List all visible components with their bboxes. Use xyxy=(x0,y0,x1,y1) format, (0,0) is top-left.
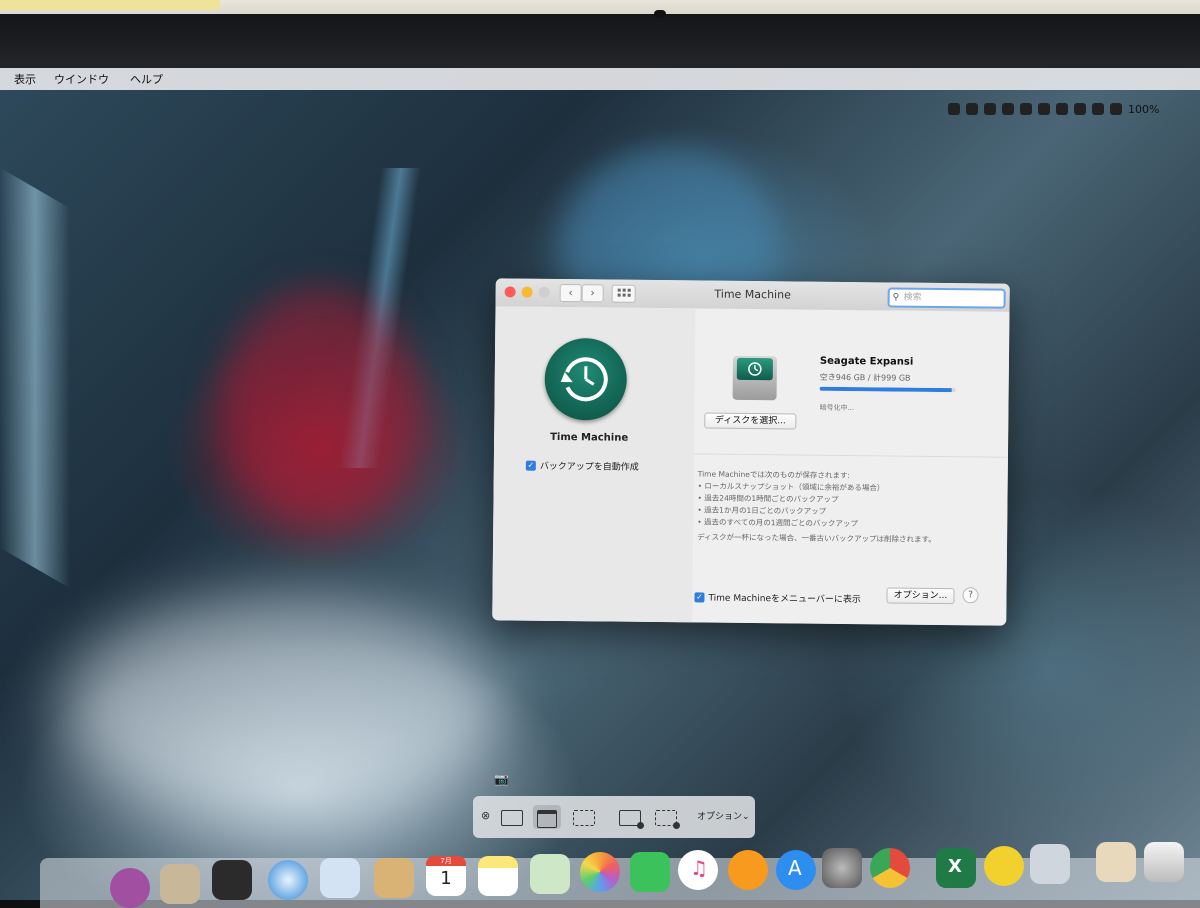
search-field[interactable]: ⚲ 検索 xyxy=(888,287,1006,308)
disk-space: 空き946 GB / 計999 GB xyxy=(820,372,911,384)
calendar-month: 7月 xyxy=(426,856,466,866)
record-selection-button[interactable] xyxy=(655,810,677,826)
notes-icon[interactable] xyxy=(478,856,518,896)
toolbar-options-button[interactable]: オプション⌄ xyxy=(697,809,750,822)
record-dot-icon xyxy=(673,822,680,829)
calendar-day: 1 xyxy=(426,868,466,889)
excel-letter: X xyxy=(948,856,962,877)
disk-name: Seagate Expansi xyxy=(820,356,913,368)
window-content: Time Machine ✓ バックアップを自動作成 ディスクを選択... Se… xyxy=(492,306,1009,625)
time-machine-icon xyxy=(544,338,627,421)
facetime-icon[interactable] xyxy=(630,852,670,892)
menu-help[interactable]: ヘルプ xyxy=(130,71,163,87)
wifi-icon[interactable] xyxy=(1092,103,1104,115)
trash-icon[interactable] xyxy=(1144,842,1184,882)
capture-screen-button[interactable] xyxy=(501,810,523,826)
checkmark-icon: ✓ xyxy=(694,592,704,602)
backup-disk-icon xyxy=(733,356,777,400)
dock-app-icon[interactable] xyxy=(160,864,200,904)
disk-clock-icon xyxy=(737,358,773,380)
dropbox-icon[interactable] xyxy=(984,103,996,115)
excel-icon[interactable]: X xyxy=(936,848,976,888)
show-in-menubar-label: Time Machineをメニューバーに表示 xyxy=(708,591,861,606)
background-sticky-note xyxy=(0,0,220,10)
dock-app-icon[interactable] xyxy=(212,860,252,900)
task-check-icon[interactable] xyxy=(948,103,960,115)
volume-icon[interactable] xyxy=(1110,103,1122,115)
select-disk-button[interactable]: ディスクを選択... xyxy=(704,413,796,430)
wallpaper-red-shape xyxy=(220,288,420,528)
window-capture-icon xyxy=(537,810,557,828)
time-machine-window: ‹ › Time Machine ⚲ 検索 Time Machine xyxy=(492,278,1010,625)
downloads-folder-icon[interactable] xyxy=(1096,842,1136,882)
record-dot-icon xyxy=(637,822,644,829)
creative-cloud-icon[interactable] xyxy=(966,103,978,115)
app-store-a-icon: A xyxy=(788,856,802,880)
bluetooth-icon[interactable] xyxy=(1074,103,1086,115)
calendar-icon[interactable]: 7月 1 xyxy=(426,856,466,896)
dock-app-icon[interactable] xyxy=(110,868,150,908)
app-label: Time Machine xyxy=(494,431,684,444)
auto-backup-checkbox[interactable]: ✓ バックアップを自動作成 xyxy=(526,459,639,473)
contacts-icon[interactable] xyxy=(374,858,414,898)
books-icon[interactable] xyxy=(728,850,768,890)
app-menu-icon[interactable] xyxy=(1020,103,1032,115)
record-screen-button[interactable] xyxy=(619,810,641,826)
music-note-icon: ♫ xyxy=(690,856,708,880)
battery-percent[interactable]: 100% xyxy=(1128,103,1159,116)
info-text: Time Machineでは次のものが保存されます: • ローカルスナップショッ… xyxy=(697,468,998,546)
chrome-icon[interactable] xyxy=(870,848,910,888)
checkmark-icon: ✓ xyxy=(526,460,536,470)
camera-icon: 📷 xyxy=(494,772,509,786)
image-capture-icon[interactable] xyxy=(1030,844,1070,884)
preview-icon[interactable] xyxy=(320,858,360,898)
info-note: ディスクが一杯になった場合、一番古いバックアップは削除されます。 xyxy=(697,531,997,546)
auto-backup-label: バックアップを自動作成 xyxy=(540,459,639,473)
wallpaper-smoke xyxy=(60,598,500,818)
options-button[interactable]: オプション... xyxy=(886,587,954,604)
capture-selection-button[interactable] xyxy=(573,810,595,826)
close-toolbar-icon[interactable]: ⊗ xyxy=(481,809,490,822)
menu-view[interactable]: 表示 xyxy=(14,71,36,87)
info-item: • 過去のすべての月の1週間ごとのバックアップ xyxy=(697,516,997,531)
safari-icon[interactable] xyxy=(268,860,308,900)
encryption-progress-bar xyxy=(820,387,956,392)
app-store-icon[interactable]: A xyxy=(776,850,816,890)
photos-icon[interactable] xyxy=(580,852,620,892)
menu-window[interactable]: ウインドウ xyxy=(54,71,109,87)
show-in-menubar-checkbox[interactable]: ✓ Time Machineをメニューバーに表示 xyxy=(694,590,861,605)
left-pane: Time Machine ✓ バックアップを自動作成 xyxy=(492,306,695,622)
clock-icon xyxy=(558,352,613,407)
menu-bar: 表示 ウインドウ ヘルプ xyxy=(0,68,1200,90)
music-icon[interactable]: ♫ xyxy=(678,850,718,890)
system-preferences-icon[interactable] xyxy=(822,848,862,888)
time-machine-menu-icon[interactable] xyxy=(1056,103,1068,115)
divider xyxy=(694,453,1008,457)
screenshot-toolbar: ⊗ オプション⌄ xyxy=(473,796,755,838)
disk-status: 暗号化中... xyxy=(819,403,854,413)
search-icon: ⚲ xyxy=(893,289,900,305)
info-icon[interactable] xyxy=(1038,103,1050,115)
progress-fill xyxy=(820,387,952,392)
maps-icon[interactable] xyxy=(530,854,570,894)
capture-window-button[interactable] xyxy=(533,805,561,829)
menu-bar-status-area: 100% xyxy=(948,100,1159,118)
monitor-bezel xyxy=(0,14,1200,74)
tasks-icon[interactable] xyxy=(984,846,1024,886)
headphones-icon[interactable] xyxy=(1002,103,1014,115)
dock: 7月 1 ♫ A X xyxy=(40,858,1200,908)
wallpaper-light-streak xyxy=(0,168,70,588)
monitor-camera xyxy=(654,10,666,18)
search-placeholder: 検索 xyxy=(904,290,922,306)
help-button[interactable]: ? xyxy=(962,587,978,603)
